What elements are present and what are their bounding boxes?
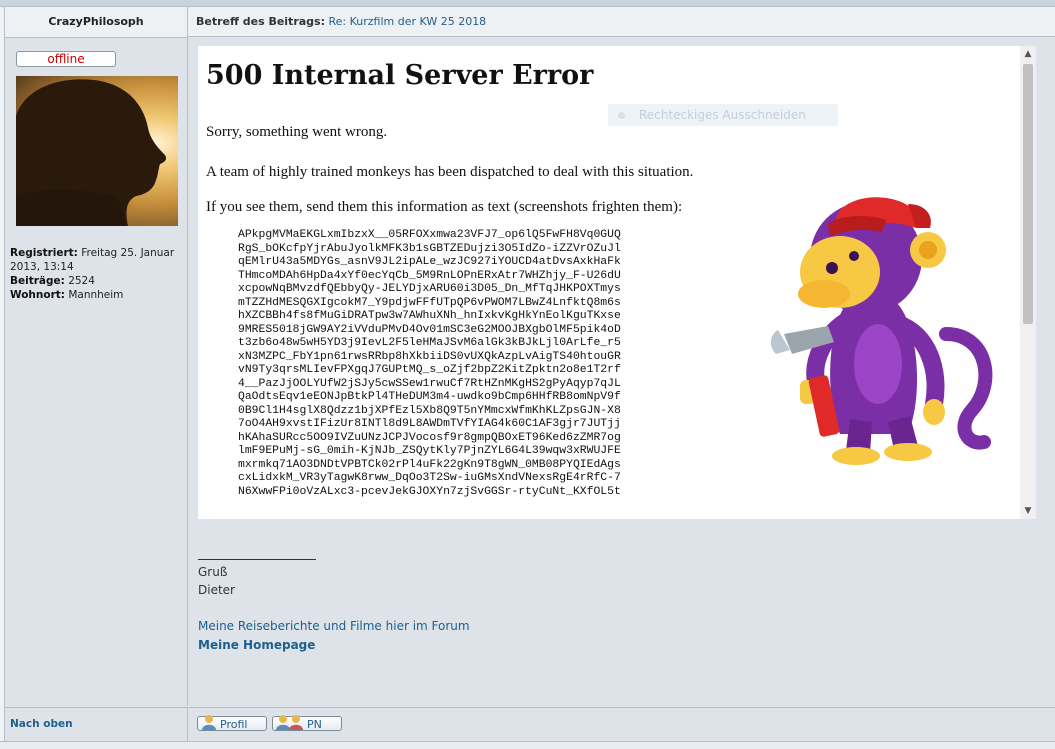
code-line: vN9Ty3qrsMLIevFPXgqJ7GUPtMQ_s_oZjf2bpZ2K… xyxy=(238,364,621,376)
homepage-link[interactable]: Meine Homepage xyxy=(198,638,315,652)
snipping-tool-overlay: Rechteckiges Ausschneiden xyxy=(608,104,838,126)
overlay-label: Rechteckiges Ausschneiden xyxy=(639,108,806,122)
code-line: N6XwwFPi0oVzALxc3-pcevJekGJOXYn7zjSvGGSr… xyxy=(238,485,621,498)
code-line: 4__PazJjOOLYUfW2jSJy5cwSSew1rwuCf7RtHZnM… xyxy=(238,377,621,390)
post-subject-bar: Betreff des Beitrags: Re: Kurzfilm der K… xyxy=(188,7,1055,37)
subject-link[interactable]: Re: Kurzfilm der KW 25 2018 xyxy=(328,15,486,28)
travel-reports-link[interactable]: Meine Reiseberichte und Filme hier im Fo… xyxy=(198,619,470,633)
error-title: 500 Internal Server Error xyxy=(206,60,594,91)
post-content: 500 Internal Server Error Sorry, somethi… xyxy=(188,38,1055,706)
users-icon xyxy=(276,715,303,730)
code-line: 9MRES5018jGW9AY2iVVduPMvD4Ov01mSC3eG2MOO… xyxy=(238,323,621,336)
signature-name: Dieter xyxy=(198,583,235,597)
code-line: xN3MZPC_FbY1pn61rwsRRbp8hXkbiiDS0vUXQkAz… xyxy=(238,350,621,363)
back-to-top-link[interactable]: Nach oben xyxy=(10,718,73,730)
code-line: THmcoMDAh6HpDa4xYf0ecYqCb_5M9RnLOPnERxAt… xyxy=(238,269,621,282)
footer-left: Nach oben xyxy=(5,707,188,742)
code-line: hKAhaSURcc5OO9IVZuUNzJCPJVocosf9r8gmpQBO… xyxy=(238,431,621,444)
user-info-column: offline Registriert: Freitag 25. Januar … xyxy=(5,38,188,706)
code-line: mxrmkq71AO3DNDtVPBTCk02rPl4uFk22gKn9T8gW… xyxy=(238,458,621,471)
location-value: Mannheim xyxy=(68,289,124,301)
code-line: mTZZHdMESQGXIgcokM7_Y9pdjwFFfUTpQP6vPWOM… xyxy=(238,296,621,309)
code-line: 0B9Cl1H4sglX8Qdzz1bjXPfEzl5Xb8Q9T5nYMmcx… xyxy=(238,404,621,417)
error-code-block: APkpgMVMaEKGLxmIbzxX__05RFOXxmwa23VFJ7_o… xyxy=(238,229,693,519)
code-line: QaOdtsEqv1eEONJpBtkPl4THeDUM3m4-uwdko9bC… xyxy=(238,391,621,403)
posts-row: Beiträge: 2524 xyxy=(10,274,186,288)
error-line-2: A team of highly trained monkeys has bee… xyxy=(206,164,694,180)
code-line: t3zb6o48w5wH5YD3j9IevL2F5leHMaJSvM6alGk3… xyxy=(238,337,621,349)
posts-label: Beiträge: xyxy=(10,275,65,287)
code-line: hXZCBBh4fs8fMuGiDRATpw3w7AWhuXNh_hnIxkvK… xyxy=(238,310,621,322)
forum-post: CrazyPhilosoph Betreff des Beitrags: Re:… xyxy=(4,6,1055,742)
code-line: lmF9EPuMj-sG_0mih-KjNJb_ZSQytKly7PjnZYL6… xyxy=(238,445,621,457)
code-line: 7oO4AH9xvstIFizUr8INTl8d9L8AWDmTVfYIAG4k… xyxy=(238,418,621,430)
avatar-silhouette xyxy=(16,79,167,226)
posts-value: 2524 xyxy=(68,275,95,287)
error-line-3: If you see them, send them this informat… xyxy=(206,199,683,215)
registered-label: Registriert: xyxy=(10,247,78,259)
avatar xyxy=(16,76,178,226)
scroll-up-icon[interactable]: ▲ xyxy=(1020,46,1036,62)
offline-status-button[interactable]: offline xyxy=(16,51,116,67)
profile-button[interactable]: Profil xyxy=(197,715,267,731)
footer-right: Profil PN xyxy=(188,707,1055,742)
code-line: APkpgMVMaEKGLxmIbzxX__05RFOXxmwa23VFJ7_o… xyxy=(238,229,621,241)
user-icon xyxy=(202,715,216,730)
scrollbar-thumb[interactable] xyxy=(1023,64,1033,324)
scroll-down-icon[interactable]: ▼ xyxy=(1020,503,1036,519)
pm-button-label: PN xyxy=(307,718,322,731)
code-line: xcpowNqBMvzdfQEbbyQy-JELYDjxARU60i3D05_D… xyxy=(238,283,621,295)
code-line: RgS_bOKcfpYjrAbuJyolkMFK3b1sGBTZEDujzi3O… xyxy=(238,242,621,255)
monkey-illustration xyxy=(770,197,993,465)
profile-button-label: Profil xyxy=(220,718,248,731)
radio-dot-icon xyxy=(618,112,625,119)
subject-label: Betreff des Beitrags: xyxy=(196,15,325,28)
code-line: cxLidxkM_VR3yTagwK8rww_DqOo3T2Sw-iuGMsXn… xyxy=(238,472,621,484)
pm-button[interactable]: PN xyxy=(272,715,342,731)
vertical-scrollbar[interactable]: ▲ ▼ xyxy=(1020,46,1036,519)
error-line-1: Sorry, something went wrong. xyxy=(206,124,388,140)
registered-row: Registriert: Freitag 25. Januar 2013, 13… xyxy=(10,246,186,274)
user-details: Registriert: Freitag 25. Januar 2013, 13… xyxy=(10,246,186,302)
post-author-name[interactable]: CrazyPhilosoph xyxy=(5,7,188,38)
location-row: Wohnort: Mannheim xyxy=(10,288,186,302)
code-line: qEMlrU43a5MDYGs_asnV9JL2ipALe_wzJC927iYO… xyxy=(238,256,621,268)
signature-greeting: Gruß xyxy=(198,565,228,579)
embedded-error-frame[interactable]: 500 Internal Server Error Sorry, somethi… xyxy=(198,46,1036,519)
location-label: Wohnort: xyxy=(10,289,65,301)
signature-divider xyxy=(198,559,316,560)
